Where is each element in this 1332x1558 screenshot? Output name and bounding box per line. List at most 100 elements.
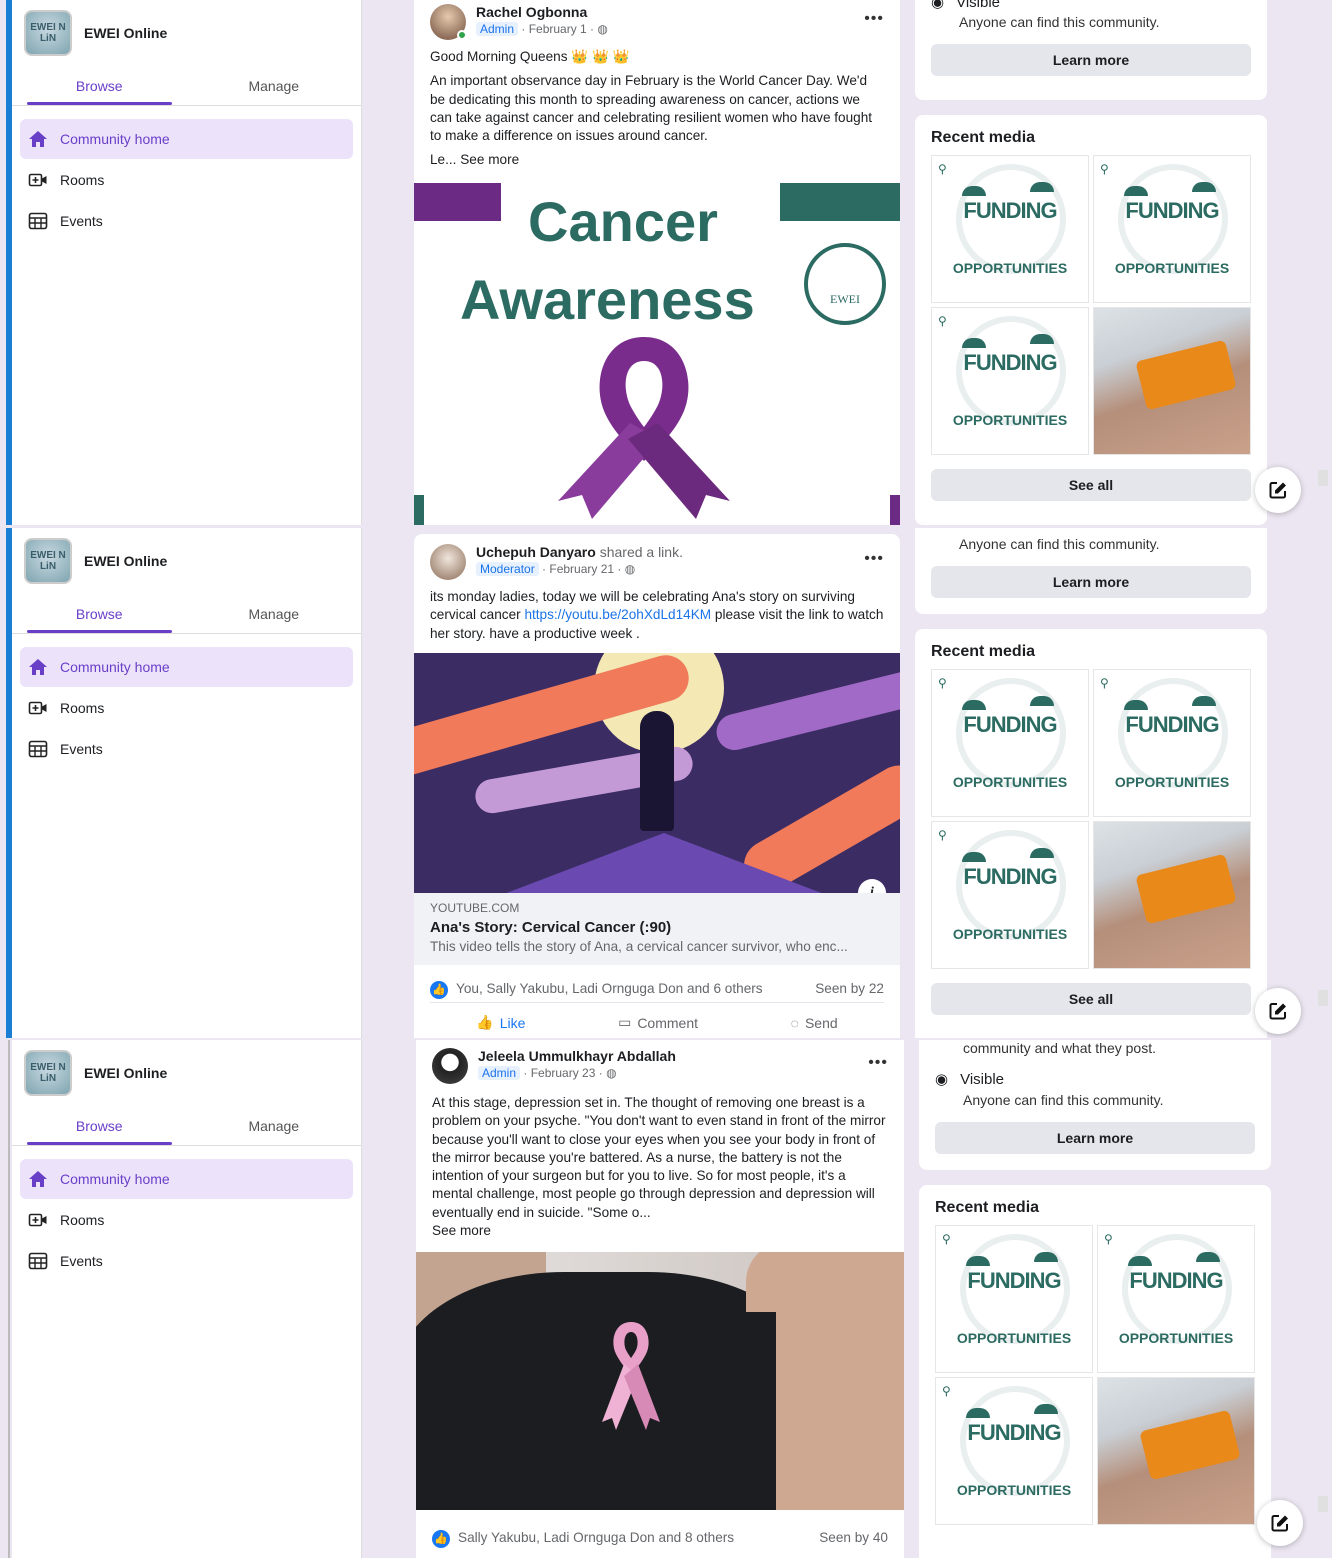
opportunities-text: OPPORTUNITIES [952,412,1068,428]
learn-more-button[interactable]: Learn more [931,566,1251,598]
scrollbar-thumb[interactable] [1318,990,1328,1006]
tab-manage[interactable]: Manage [187,594,362,633]
media-tile-funding[interactable]: ⚲ FUNDING OPPORTUNITIES [1093,669,1251,817]
like-button[interactable]: 👍 Like [476,1014,525,1031]
community-sidebar: EWEI N LiN EWEI Online Browse Manage Com… [12,1040,362,1558]
role-badge: Admin [478,1066,521,1080]
media-tile-funding[interactable]: ⚲ FUNDING OPPORTUNITIES [1097,1225,1255,1373]
sidebar-item-rooms[interactable]: Rooms [20,688,353,728]
sidebar-tabs: Browse Manage [12,594,361,634]
post-date[interactable]: February 23 [531,1066,596,1080]
link-preview-text[interactable]: YOUTUBE.COM Ana's Story: Cervical Cancer… [414,893,900,965]
scrollbar-thumb[interactable] [1318,1496,1328,1512]
post-action: shared a link. [599,544,683,560]
comment-button[interactable]: ▭ Comment [618,1014,698,1031]
recent-media-title: Recent media [931,129,1036,146]
see-all-button[interactable]: See all [931,983,1251,1015]
youtube-link[interactable]: https://youtu.be/2ohXdLd14KM [524,607,711,622]
see-more-link[interactable]: See more [460,152,519,167]
opportunities-text: OPPORTUNITIES [1114,774,1230,790]
opportunities-text: OPPORTUNITIES [1118,1330,1234,1346]
post-options-icon[interactable]: ••• [864,544,884,582]
media-tile-pill-photo[interactable] [1093,307,1251,455]
pink-ribbon-photo[interactable] [416,1252,904,1510]
cancer-awareness-image[interactable]: Cancer Awareness EWEI [414,183,900,525]
link-preview-image[interactable]: i [414,653,900,893]
post-date[interactable]: February 1 [529,22,587,36]
post-options-icon[interactable]: ••• [864,4,884,40]
sidebar-item-rooms[interactable]: Rooms [20,160,353,200]
sidebar-item-events[interactable]: Events [20,1241,353,1281]
media-tile-funding[interactable]: ⚲ FUNDING OPPORTUNITIES [931,669,1089,817]
media-tile-funding[interactable]: ⚲ FUNDING OPPORTUNITIES [935,1225,1093,1373]
community-logo[interactable]: EWEI N LiN [24,1050,72,1096]
compose-button[interactable] [1257,1500,1303,1546]
media-grid: ⚲ FUNDING OPPORTUNITIES ⚲ FUNDING OPPORTUNIT… [931,669,1251,969]
sidebar-item-community-home[interactable]: Community home [20,1159,353,1199]
tab-browse[interactable]: Browse [12,594,187,633]
sidebar-item-community-home[interactable]: Community home [20,647,353,687]
media-tile-pill-photo[interactable] [1097,1377,1255,1525]
media-tile-funding[interactable]: ⚲ FUNDING OPPORTUNITIES [931,155,1089,303]
post-options-icon[interactable]: ••• [868,1048,888,1086]
author-avatar[interactable] [432,1048,468,1084]
compose-icon [1269,482,1286,499]
post-author-name[interactable]: Uchepuh Danyaro [476,544,596,560]
funding-text: FUNDING [1129,1268,1223,1293]
sidebar-item-community-home[interactable]: Community home [20,119,353,159]
visible-label: Visible [956,0,1001,10]
learn-more-button[interactable]: Learn more [935,1122,1255,1154]
community-logo[interactable]: EWEI N LiN [24,10,72,56]
seen-count[interactable]: Seen by 40 [819,1530,888,1548]
link-description: This video tells the story of Ana, a cer… [430,939,848,954]
sidebar-item-label: Events [60,741,103,757]
community-logo[interactable]: EWEI N LiN [24,538,72,584]
media-tile-funding[interactable]: ⚲ FUNDING OPPORTUNITIES [931,821,1089,969]
link-domain: YOUTUBE.COM [430,901,520,915]
like-reaction-icon: 👍 [430,981,448,999]
scrollbar-thumb[interactable] [1318,470,1328,486]
info-icon[interactable]: i [858,879,886,893]
reactions-summary[interactable]: 👍 You, Sally Yakubu, Ladi Ornguga Don and… [430,981,763,999]
recent-media-title: Recent media [931,643,1036,660]
funding-text: FUNDING [967,1420,1061,1445]
post-text: At this stage, depression set in. The th… [432,1095,886,1220]
sidebar-item-events[interactable]: Events [20,729,353,769]
reactions-text: You, Sally Yakubu, Ladi Ornguga Don and … [456,981,763,996]
community-name[interactable]: EWEI Online [84,25,167,41]
tab-manage[interactable]: Manage [187,1106,362,1145]
post-date[interactable]: February 21 [549,562,614,576]
community-name[interactable]: EWEI Online [84,553,167,569]
link-title: Ana's Story: Cervical Cancer (:90) [430,919,672,936]
compose-button[interactable] [1255,988,1301,1034]
media-tile-funding[interactable]: ⚲ FUNDING OPPORTUNITIES [1093,155,1251,303]
media-tile-pill-photo[interactable] [1093,821,1251,969]
seen-count[interactable]: Seen by 22 [815,981,884,999]
compose-button[interactable] [1255,467,1301,513]
community-name[interactable]: EWEI Online [84,1065,167,1081]
send-button[interactable]: ◌ Send [791,1015,838,1031]
tab-browse[interactable]: Browse [12,1106,187,1145]
tab-manage[interactable]: Manage [187,66,362,105]
see-more-link[interactable]: See more [432,1222,888,1240]
post-card: Uchepuh Danyaro shared a link. Moderator… [414,534,900,1038]
author-avatar[interactable] [430,544,466,580]
post-card: Jeleela Ummulkhayr Abdallah Admin · Febr… [416,1040,904,1558]
sidebar-item-rooms[interactable]: Rooms [20,1200,353,1240]
post-author-name[interactable]: Rachel Ogbonna [476,4,864,20]
pill-blister [1135,339,1237,411]
see-all-button[interactable]: See all [931,469,1251,501]
author-avatar[interactable] [430,4,467,40]
opportunities-text: OPPORTUNITIES [952,926,1068,942]
post-author-name[interactable]: Jeleela Ummulkhayr Abdallah [478,1048,868,1064]
media-grid: ⚲ FUNDING OPPORTUNITIES ⚲ FUNDING OPPORTUNIT… [935,1225,1255,1525]
reactions-summary[interactable]: 👍 Sally Yakubu, Ladi Ornguga Don and 8 ot… [432,1530,734,1548]
media-tile-funding[interactable]: ⚲ FUNDING OPPORTUNITIES [935,1377,1093,1525]
globe-icon: ◍ [606,1066,617,1080]
tab-browse[interactable]: Browse [12,66,187,105]
media-tile-funding[interactable]: ⚲ FUNDING OPPORTUNITIES [931,307,1089,455]
sidebar-item-events[interactable]: Events [20,201,353,241]
learn-more-button[interactable]: Learn more [931,44,1251,76]
pin-icon: ⚲ [938,828,947,842]
pink-ribbon-icon [602,1322,660,1430]
